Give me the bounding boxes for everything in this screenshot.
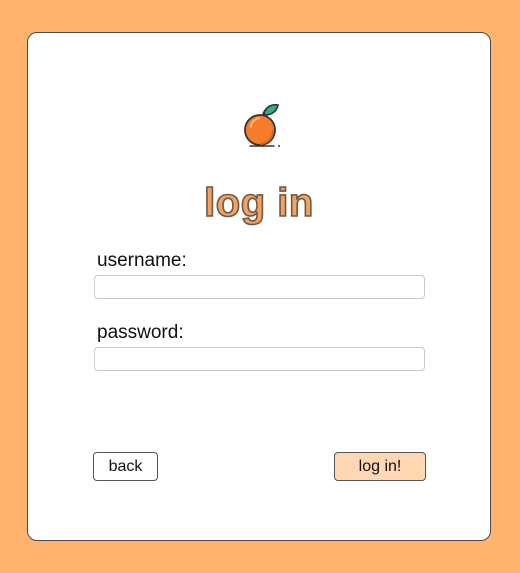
- password-label: password:: [97, 322, 184, 343]
- password-input[interactable]: [94, 347, 425, 371]
- login-card: log in username: password: back log in!: [27, 32, 491, 541]
- login-button[interactable]: log in!: [334, 452, 426, 481]
- orange-fruit-icon: [244, 103, 280, 147]
- username-input[interactable]: [94, 275, 425, 299]
- back-button[interactable]: back: [93, 452, 158, 481]
- page-title: log in: [203, 181, 314, 225]
- username-label: username:: [97, 250, 187, 271]
